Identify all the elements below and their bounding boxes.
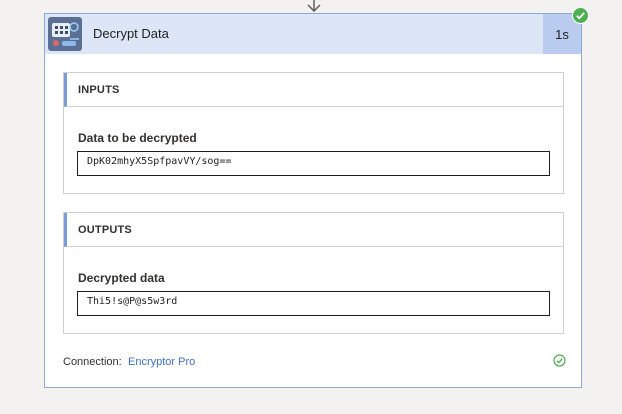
output-field-label: Decrypted data — [78, 271, 165, 285]
input-data-field[interactable]: DpK02mhyX5SpfpavVY/sog== — [77, 151, 550, 176]
check-circle-icon — [572, 7, 589, 24]
inputs-section-header[interactable]: INPUTS — [64, 73, 563, 107]
input-data-value: DpK02mhyX5SpfpavVY/sog== — [87, 156, 232, 167]
output-data-field[interactable]: Thi5!s@P@s5w3rd — [77, 291, 550, 316]
outputs-section: OUTPUTS Decrypted data Thi5!s@P@s5w3rd — [63, 212, 564, 334]
encryption-app-icon — [48, 17, 82, 51]
action-title: Decrypt Data — [93, 26, 169, 41]
output-data-value: Thi5!s@P@s5w3rd — [87, 296, 178, 307]
check-circle-outline-icon — [553, 354, 566, 367]
connection-link[interactable]: Encryptor Pro — [128, 356, 195, 368]
outputs-section-header[interactable]: OUTPUTS — [64, 213, 563, 247]
input-field-label: Data to be decrypted — [78, 131, 197, 145]
action-card-header[interactable]: Decrypt Data 1s — [45, 14, 581, 54]
inputs-section: INPUTS Data to be decrypted DpK02mhyX5Sp… — [63, 72, 564, 194]
inputs-section-title: INPUTS — [78, 84, 120, 96]
outputs-section-title: OUTPUTS — [78, 224, 132, 236]
connection-label: Connection: — [63, 356, 122, 368]
action-card: Decrypt Data 1s INPUTS Data to be decryp… — [44, 13, 582, 388]
arrow-down-icon — [307, 0, 321, 12]
